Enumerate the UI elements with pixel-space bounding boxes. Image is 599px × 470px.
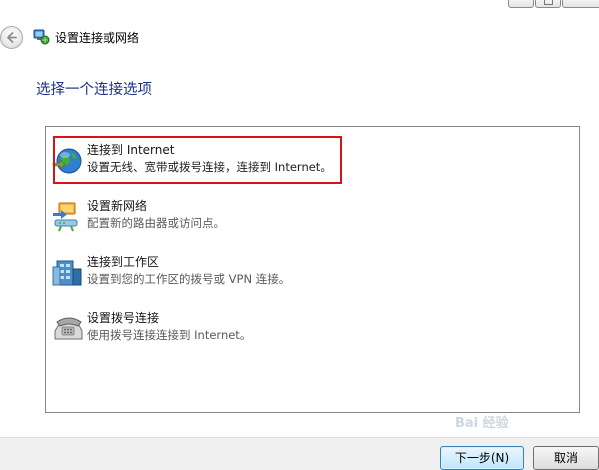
option-setup-network[interactable]: 设置新网络 配置新的路由器或访问点。 <box>46 191 579 243</box>
watermark: Bai 经验 <box>455 416 509 431</box>
option-description: 使用拨号连接连接到 Internet。 <box>87 328 252 342</box>
dialup-phone-icon <box>54 317 83 340</box>
option-title: 连接到 Internet <box>87 143 175 157</box>
window-controls <box>508 0 599 8</box>
workplace-vpn-icon <box>52 260 82 286</box>
option-description: 设置到您的工作区的拨号或 VPN 连接。 <box>87 272 291 286</box>
option-connect-workplace[interactable]: 连接到工作区 设置到您的工作区的拨号或 VPN 连接。 <box>46 247 579 299</box>
window-title: 设置连接或网络 <box>55 31 140 45</box>
close-button[interactable] <box>562 0 599 8</box>
back-button[interactable] <box>0 26 23 49</box>
dialog-footer: 下一步(N) 取消 <box>0 437 599 470</box>
router-network-icon <box>53 202 78 232</box>
minimize-button[interactable] <box>508 0 534 8</box>
maximize-button[interactable] <box>535 0 561 8</box>
option-title: 设置拨号连接 <box>87 311 160 325</box>
back-arrow-icon <box>7 32 17 43</box>
network-center-icon <box>33 29 50 45</box>
cancel-button[interactable]: 取消 <box>533 446 599 470</box>
maximize-icon <box>544 0 553 5</box>
option-description: 配置新的路由器或访问点。 <box>87 216 225 230</box>
option-title: 设置新网络 <box>87 199 148 213</box>
window-header: 设置连接或网络 <box>0 22 599 52</box>
globe-network-icon <box>52 148 82 174</box>
option-setup-dialup[interactable]: 设置拨号连接 使用拨号连接连接到 Internet。 <box>46 303 579 355</box>
option-description: 设置无线、宽带或拨号连接，连接到 Internet。 <box>87 160 332 174</box>
next-button[interactable]: 下一步(N) <box>440 446 524 470</box>
option-title: 连接到工作区 <box>87 255 160 269</box>
page-title: 选择一个连接选项 <box>36 82 152 98</box>
option-connect-internet[interactable]: 连接到 Internet 设置无线、宽带或拨号连接，连接到 Internet。 <box>46 135 579 187</box>
connection-options-list: 连接到 Internet 设置无线、宽带或拨号连接，连接到 Internet。 … <box>45 126 580 413</box>
